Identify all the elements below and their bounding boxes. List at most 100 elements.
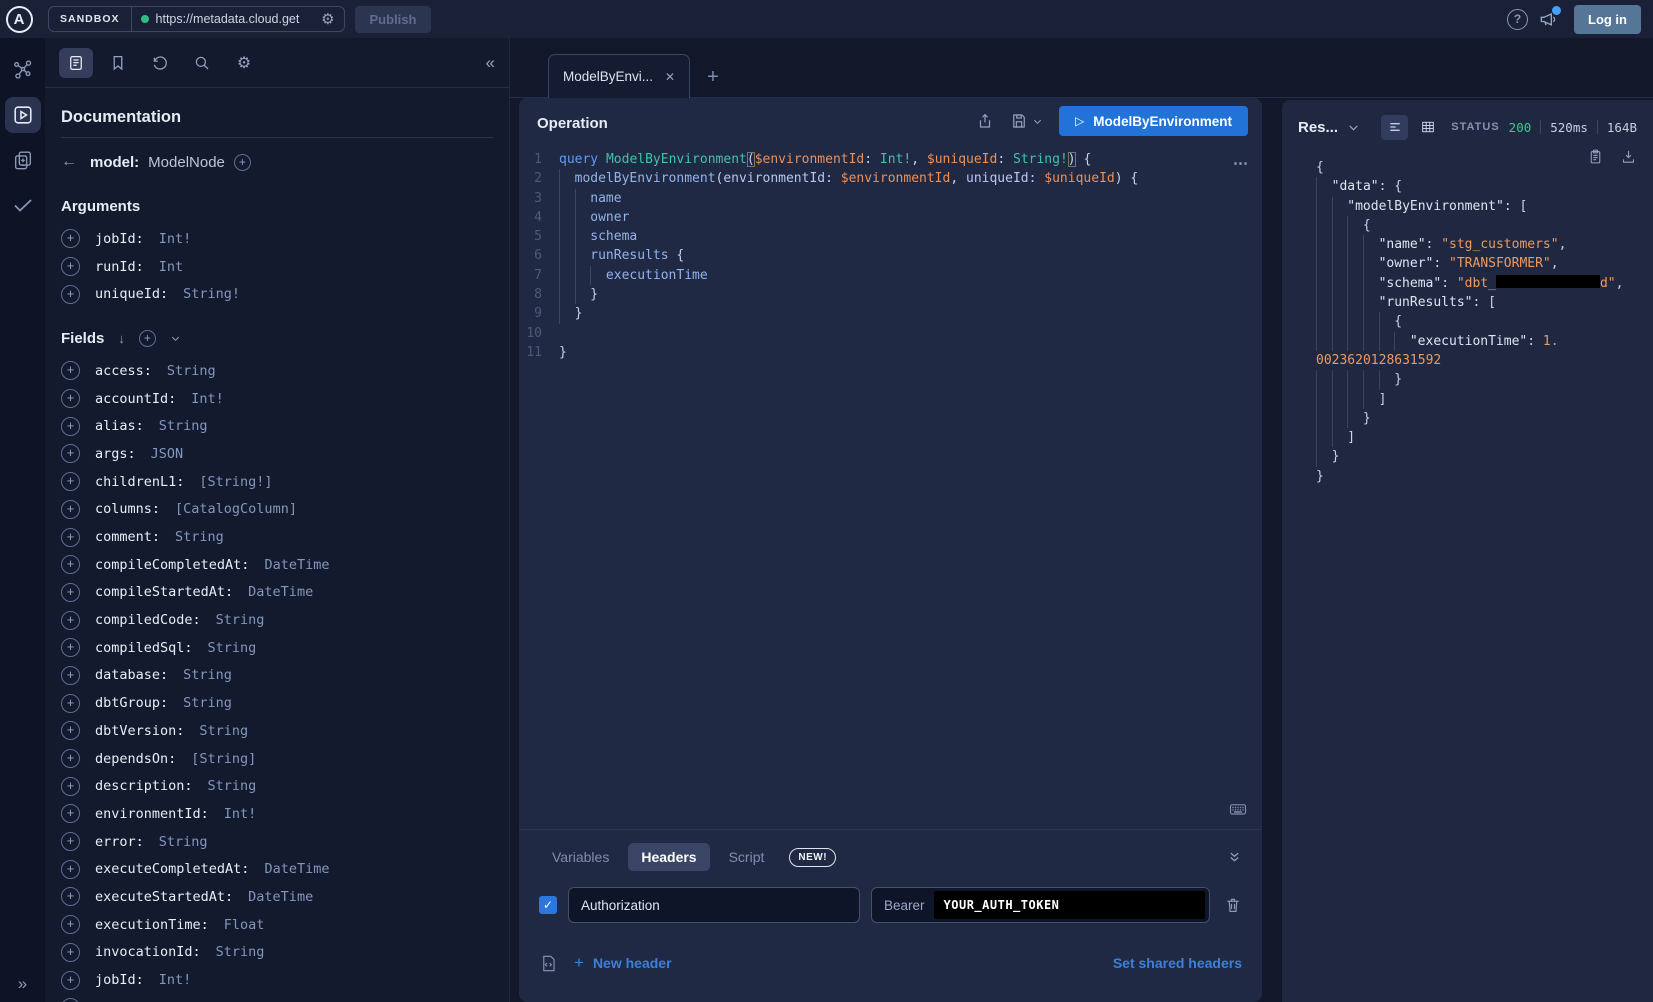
header-value-input[interactable]: Bearer YOUR_AUTH_TOKEN bbox=[871, 887, 1210, 923]
auth-token-value[interactable]: YOUR_AUTH_TOKEN bbox=[934, 891, 1205, 919]
announcements-icon[interactable] bbox=[1538, 9, 1558, 29]
endpoint-url-box[interactable]: https://metadata.cloud.get ⚙ bbox=[132, 7, 344, 31]
add-all-fields-icon[interactable]: + bbox=[139, 330, 156, 347]
download-response-icon[interactable] bbox=[1620, 148, 1637, 165]
add-field-icon[interactable]: + bbox=[61, 638, 80, 657]
raw-view-icon[interactable] bbox=[1381, 115, 1408, 140]
add-field-icon[interactable]: + bbox=[61, 887, 80, 906]
field-type[interactable]: String! bbox=[183, 286, 240, 302]
add-field-icon[interactable]: + bbox=[61, 229, 80, 248]
field-name[interactable]: database: bbox=[95, 667, 168, 683]
add-field-icon[interactable]: + bbox=[61, 860, 80, 879]
field-name[interactable]: jobId: bbox=[95, 231, 144, 247]
endpoint-url-input[interactable]: https://metadata.cloud.get bbox=[156, 12, 315, 26]
publish-button[interactable]: Publish bbox=[355, 6, 432, 33]
doc-field-row[interactable]: +childrenL1:[String!] bbox=[61, 468, 493, 496]
field-name[interactable]: invocationId: bbox=[95, 944, 201, 960]
set-shared-headers-link[interactable]: Set shared headers bbox=[1113, 955, 1242, 971]
connection-settings-gear-icon[interactable]: ⚙ bbox=[321, 12, 334, 27]
field-name[interactable]: executeStartedAt: bbox=[95, 889, 233, 905]
add-field-icon[interactable]: + bbox=[61, 804, 80, 823]
help-icon[interactable]: ? bbox=[1507, 9, 1528, 30]
field-type[interactable]: String bbox=[199, 723, 248, 739]
doc-field-row[interactable]: +runId:Int bbox=[61, 253, 493, 281]
field-name[interactable]: dependsOn: bbox=[95, 751, 176, 767]
field-type[interactable]: [CatalogColumn] bbox=[175, 501, 297, 517]
operation-collections-icon[interactable] bbox=[5, 142, 41, 178]
explorer-settings-tab-icon[interactable]: ⚙ bbox=[227, 48, 261, 78]
field-name[interactable]: dbtVersion: bbox=[95, 723, 184, 739]
add-field-icon[interactable]: + bbox=[61, 528, 80, 547]
field-name[interactable]: columns: bbox=[95, 501, 160, 517]
add-field-icon[interactable]: + bbox=[61, 500, 80, 519]
add-field-icon[interactable]: + bbox=[61, 444, 80, 463]
field-name[interactable]: compileStartedAt: bbox=[95, 584, 233, 600]
login-button[interactable]: Log in bbox=[1574, 5, 1641, 34]
field-type[interactable]: String bbox=[159, 834, 208, 850]
add-field-icon[interactable]: + bbox=[61, 832, 80, 851]
field-type[interactable]: String bbox=[208, 640, 257, 656]
save-operation-group[interactable] bbox=[1010, 112, 1043, 130]
doc-field-row[interactable]: +compileCompletedAt:DateTime bbox=[61, 551, 493, 579]
field-name[interactable]: accountId: bbox=[95, 391, 176, 407]
tab-headers[interactable]: Headers bbox=[628, 843, 709, 871]
doc-field-row[interactable]: +compileStartedAt:DateTime bbox=[61, 579, 493, 607]
field-type[interactable]: DateTime bbox=[248, 889, 313, 905]
expand-rail-icon[interactable]: » bbox=[0, 974, 45, 994]
doc-field-row[interactable]: +jobId:Int! bbox=[61, 966, 493, 994]
history-tab-icon[interactable] bbox=[143, 48, 177, 78]
collapse-panel-chevrons-icon[interactable] bbox=[1227, 850, 1242, 865]
doc-field-row[interactable]: +executionTime:Float bbox=[61, 911, 493, 939]
field-name[interactable]: comment: bbox=[95, 529, 160, 545]
preflight-script-icon[interactable] bbox=[539, 954, 558, 973]
doc-field-row[interactable]: +dbtVersion:String bbox=[61, 717, 493, 745]
add-field-icon[interactable]: + bbox=[61, 555, 80, 574]
new-tab-icon[interactable]: + bbox=[707, 66, 719, 89]
doc-field-row[interactable]: +dependsOn:[String] bbox=[61, 745, 493, 773]
add-field-icon[interactable]: + bbox=[61, 666, 80, 685]
add-field-icon[interactable]: + bbox=[61, 285, 80, 304]
field-type[interactable]: String bbox=[183, 695, 232, 711]
doc-field-row[interactable]: +args:JSON bbox=[61, 440, 493, 468]
doc-field-row[interactable]: +compiledCode:String bbox=[61, 606, 493, 634]
field-name[interactable]: error: bbox=[95, 834, 144, 850]
doc-field-row[interactable]: +description:String bbox=[61, 772, 493, 800]
field-type[interactable]: Int! bbox=[159, 972, 192, 988]
field-type[interactable]: [String] bbox=[191, 751, 256, 767]
field-type[interactable]: DateTime bbox=[248, 584, 313, 600]
field-name[interactable]: executeCompletedAt: bbox=[95, 861, 249, 877]
doc-field-row[interactable]: + compiledSql: String bbox=[61, 634, 493, 662]
field-name[interactable]: dbtGroup: bbox=[95, 695, 168, 711]
add-type-icon[interactable]: + bbox=[234, 154, 251, 171]
doc-field-row[interactable]: + database: String bbox=[61, 662, 493, 690]
operation-tab[interactable]: ModelByEnvi... ✕ bbox=[548, 54, 690, 98]
field-type[interactable]: String bbox=[183, 667, 232, 683]
close-tab-icon[interactable]: ✕ bbox=[665, 70, 675, 84]
doc-field-row[interactable]: + comment: String bbox=[61, 523, 493, 551]
field-type[interactable]: Float bbox=[224, 917, 265, 933]
response-body[interactable]: {"data": {"modelByEnvironment": [{"name"… bbox=[1282, 144, 1653, 1002]
checks-icon[interactable] bbox=[5, 187, 41, 223]
new-header-button[interactable]: + New header bbox=[574, 953, 672, 973]
collapse-panel-icon[interactable]: « bbox=[486, 53, 495, 73]
field-type[interactable]: Int! bbox=[224, 806, 257, 822]
field-type[interactable]: String bbox=[208, 778, 257, 794]
doc-field-row[interactable]: + columns: [CatalogColumn] bbox=[61, 496, 493, 524]
field-type[interactable]: String bbox=[167, 363, 216, 379]
field-name[interactable]: uniqueId: bbox=[95, 286, 168, 302]
editor-menu-icon[interactable]: ⋯ bbox=[1233, 154, 1250, 172]
add-field-icon[interactable]: + bbox=[61, 943, 80, 962]
apollo-logo[interactable]: A bbox=[0, 6, 38, 33]
field-name[interactable]: compiledSql: bbox=[95, 640, 193, 656]
share-operation-icon[interactable] bbox=[976, 112, 994, 130]
field-type[interactable]: String bbox=[216, 944, 265, 960]
doc-field-row[interactable]: + invocationId: String bbox=[61, 939, 493, 967]
field-name[interactable]: alias: bbox=[95, 418, 144, 434]
doc-field-row[interactable]: +environmentId:Int! bbox=[61, 800, 493, 828]
doc-field-row[interactable]: + bbox=[61, 994, 493, 1002]
field-type[interactable]: String bbox=[175, 529, 224, 545]
field-name[interactable]: args: bbox=[95, 446, 136, 462]
field-name[interactable]: compiledCode: bbox=[95, 612, 201, 628]
delete-header-icon[interactable] bbox=[1224, 896, 1242, 914]
fields-options-chevron-icon[interactable] bbox=[170, 333, 181, 344]
